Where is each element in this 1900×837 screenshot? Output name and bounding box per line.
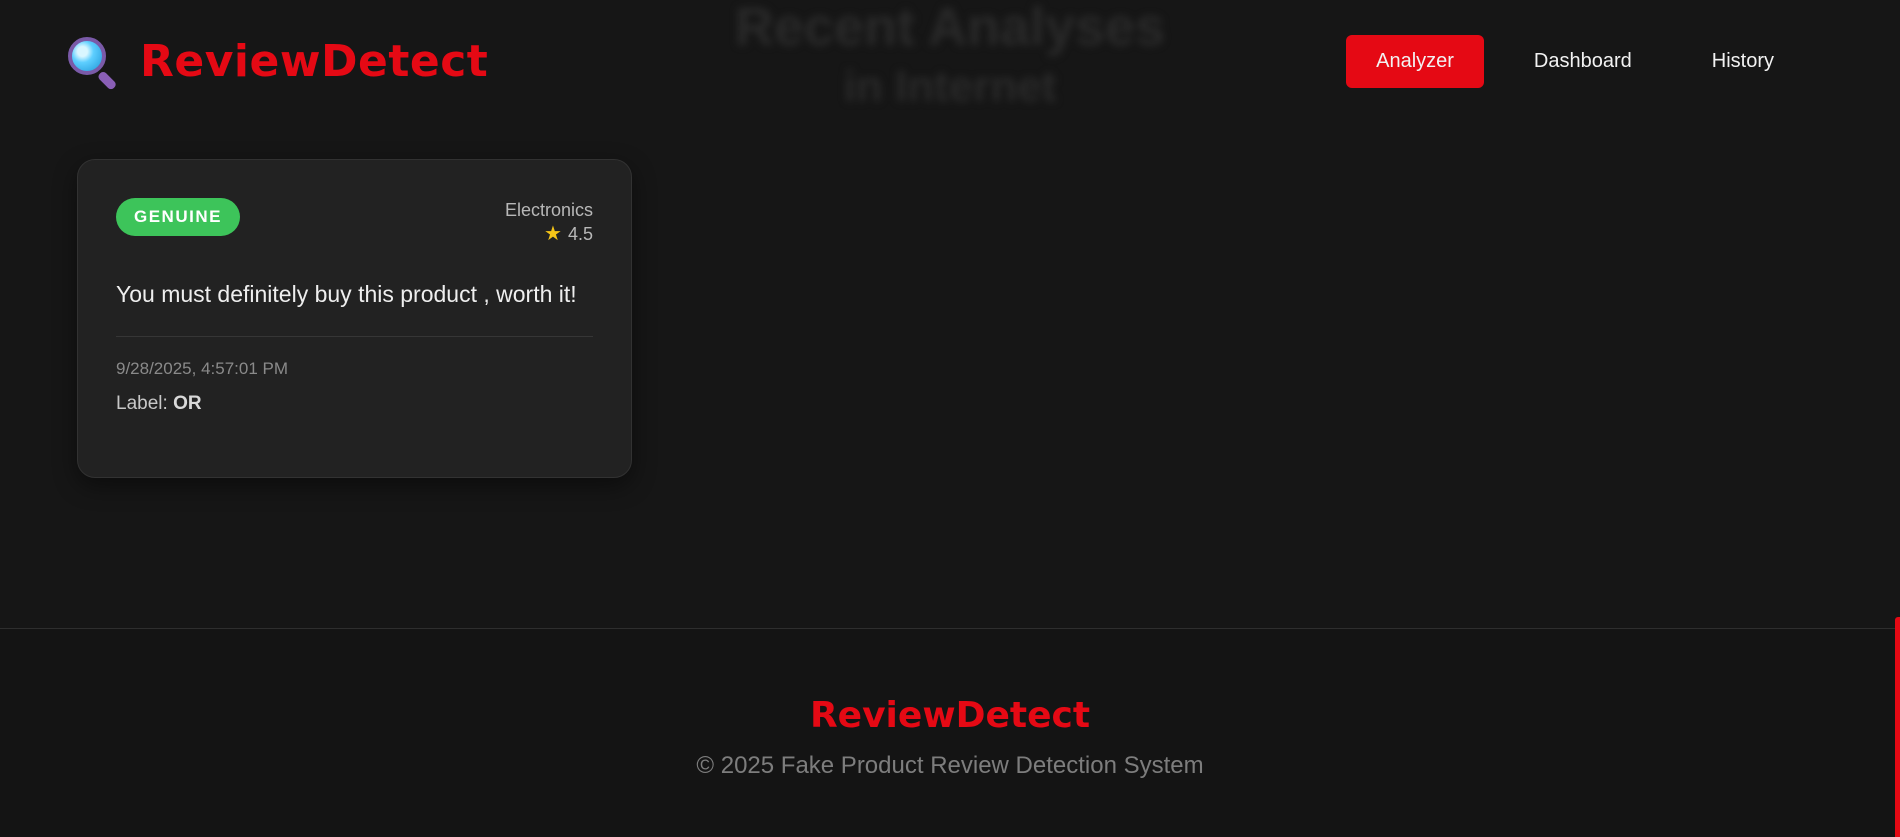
review-card: GENUINE Electronics ★ 4.5 You must defin… (77, 159, 632, 478)
review-meta: Electronics ★ 4.5 (505, 198, 593, 246)
magnifying-glass-icon (66, 35, 118, 91)
rating-value: 4.5 (567, 224, 593, 244)
brand-logo[interactable]: ReviewDetect (66, 35, 489, 91)
label-value: OR (173, 393, 202, 414)
top-navbar: ReviewDetect Analyzer Dashboard History (0, 0, 1900, 122)
nav-history-button[interactable]: History (1682, 35, 1804, 88)
review-timestamp: 9/28/2025, 4:57:01 PM (116, 359, 289, 378)
footer-copyright: © 2025 Fake Product Review Detection Sys… (696, 752, 1204, 779)
review-label: Label: OR (116, 393, 593, 415)
status-badge: GENUINE (116, 198, 240, 236)
nav-dashboard-button[interactable]: Dashboard (1504, 35, 1662, 88)
category-label: Electronics (504, 200, 593, 220)
label-prefix: Label: (116, 393, 168, 414)
card-divider (116, 336, 593, 337)
star-icon: ★ (544, 223, 562, 245)
main-nav: Analyzer Dashboard History (1346, 34, 1804, 88)
review-text: You must definitely buy this product , w… (116, 281, 577, 307)
nav-analyzer-button[interactable]: Analyzer (1346, 34, 1484, 88)
footer-brand: ReviewDetect (809, 695, 1091, 736)
page-footer: ReviewDetect © 2025 Fake Product Review … (0, 628, 1900, 837)
brand-name: ReviewDetect (140, 35, 489, 87)
scrollbar-thumb[interactable] (1895, 617, 1900, 837)
rating: ★ 4.5 (505, 222, 593, 246)
